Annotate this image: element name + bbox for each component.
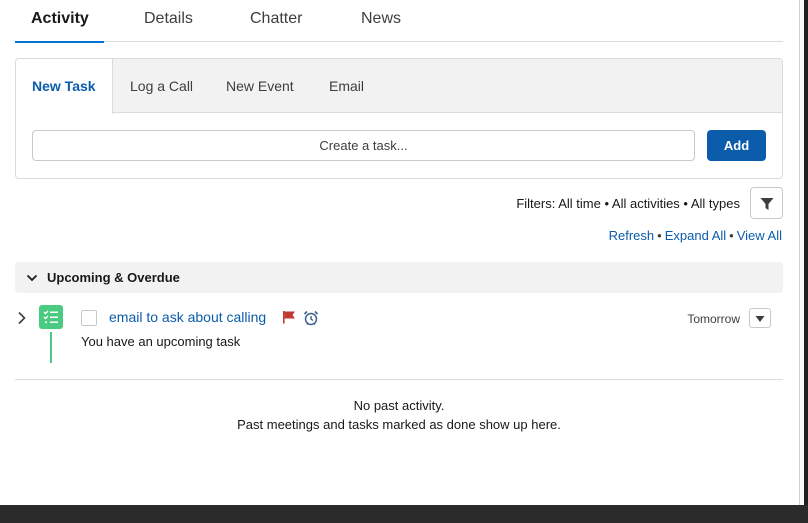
activity-panel: Activity Details Chatter News New Task L… xyxy=(0,0,800,505)
view-all-link[interactable]: View All xyxy=(737,228,782,243)
filter-button[interactable] xyxy=(750,187,783,219)
tab-chatter[interactable]: Chatter xyxy=(250,0,302,42)
tab-email[interactable]: Email xyxy=(329,59,364,113)
chevron-down-icon xyxy=(755,316,765,322)
task-title-link[interactable]: email to ask about calling xyxy=(109,309,266,325)
tab-new-event[interactable]: New Event xyxy=(226,59,294,113)
link-separator: • xyxy=(657,228,662,243)
filters-summary: Filters: All time • All activities • All… xyxy=(516,196,740,211)
link-separator: • xyxy=(729,228,734,243)
flag-icon xyxy=(283,311,295,324)
activity-publisher: New Task Log a Call New Event Email Crea… xyxy=(15,58,783,179)
task-due-date: Tomorrow xyxy=(687,312,740,326)
filter-icon xyxy=(760,198,774,210)
timeline-links: Refresh • Expand All • View All xyxy=(500,228,782,243)
section-title: Upcoming & Overdue xyxy=(47,270,180,285)
refresh-link[interactable]: Refresh xyxy=(609,228,655,243)
divider xyxy=(15,379,783,380)
chevron-right-icon[interactable] xyxy=(17,311,27,325)
upcoming-overdue-section-header[interactable]: Upcoming & Overdue xyxy=(15,262,783,293)
task-list-icon xyxy=(43,310,58,323)
tab-activity[interactable]: Activity xyxy=(15,0,104,43)
expand-all-link[interactable]: Expand All xyxy=(665,228,726,243)
timeline-line xyxy=(50,332,52,363)
task-type-icon xyxy=(39,305,63,329)
tab-new-task[interactable]: New Task xyxy=(16,59,113,114)
task-complete-checkbox[interactable] xyxy=(81,310,97,326)
add-button[interactable]: Add xyxy=(707,130,766,161)
task-actions-menu[interactable] xyxy=(749,308,771,328)
tab-news[interactable]: News xyxy=(361,0,401,42)
empty-state-title: No past activity. xyxy=(353,398,445,413)
window-bottom-edge xyxy=(0,505,808,523)
publisher-tabs: New Task Log a Call New Event Email xyxy=(16,59,782,114)
tab-log-a-call[interactable]: Log a Call xyxy=(130,59,193,113)
task-subtitle: You have an upcoming task xyxy=(81,334,241,349)
window-edge xyxy=(799,0,808,523)
alarm-clock-icon xyxy=(303,310,319,326)
create-task-input[interactable]: Create a task... xyxy=(32,130,695,161)
tab-details[interactable]: Details xyxy=(144,0,193,42)
main-tabs: Activity Details Chatter News xyxy=(15,0,783,43)
chevron-down-icon xyxy=(26,274,38,282)
empty-state-subtitle: Past meetings and tasks marked as done s… xyxy=(237,417,561,432)
